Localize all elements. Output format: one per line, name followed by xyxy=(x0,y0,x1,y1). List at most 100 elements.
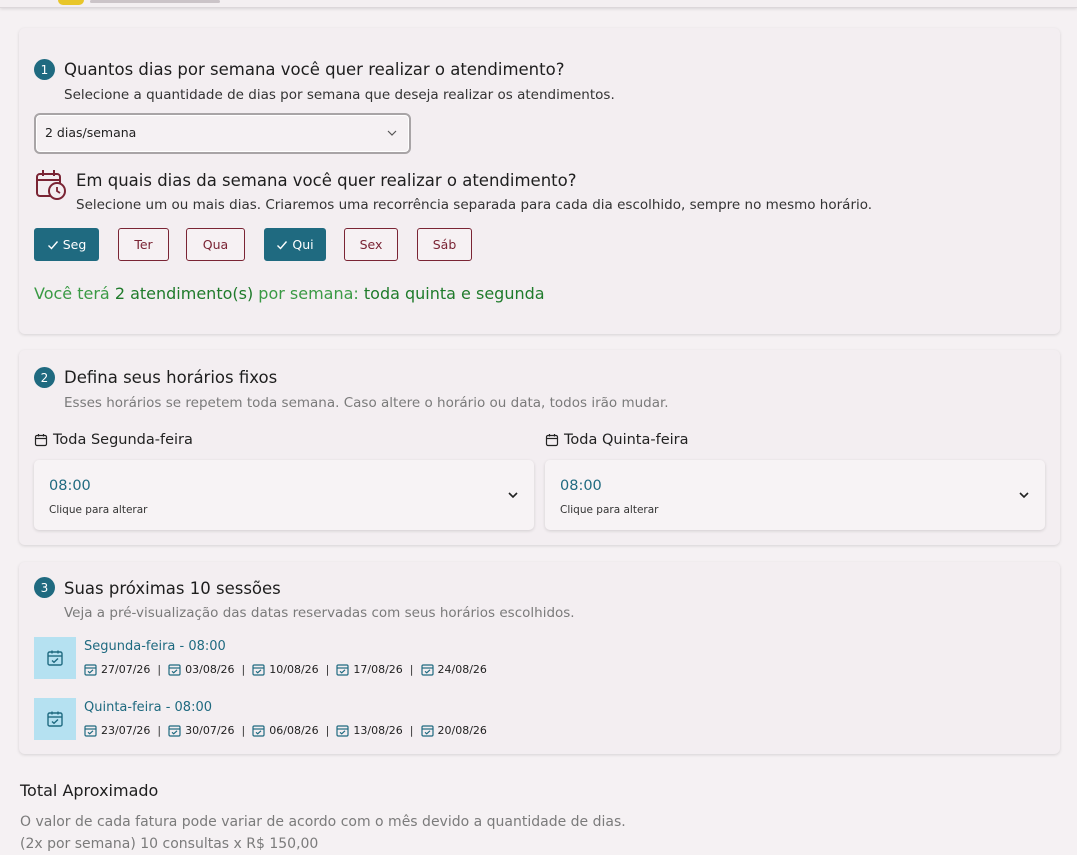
session-date-text: 20/08/26 xyxy=(437,724,487,737)
session-date: 06/08/26 xyxy=(252,724,319,737)
slot-hint: Clique para alterar xyxy=(560,504,659,516)
chevron-down-icon xyxy=(1019,492,1029,499)
day-button-sab[interactable]: Sáb xyxy=(417,228,472,261)
session-group-icon xyxy=(34,637,76,679)
calendar-check-icon xyxy=(420,725,434,737)
day-label: Qua xyxy=(202,237,229,252)
select-value: 2 dias/semana xyxy=(45,125,137,140)
session-date: 10/08/26 xyxy=(252,663,319,676)
slot-time: 08:00 xyxy=(49,478,91,494)
fixed-times-card: 2 Defina seus horários fixos Esses horár… xyxy=(19,350,1060,545)
date-separator: | xyxy=(409,663,414,676)
session-date: 24/08/26 xyxy=(420,663,487,676)
calendar-icon xyxy=(34,434,48,447)
check-icon xyxy=(47,240,58,250)
total-title: Total Aproximado xyxy=(20,781,159,800)
session-group-title: Segunda-feira - 08:00 xyxy=(84,639,226,654)
session-date: 20/08/26 xyxy=(420,724,487,737)
days-per-week-title: Quantos dias por semana você quer realiz… xyxy=(64,60,565,79)
date-separator: | xyxy=(325,663,330,676)
step-number-1: 1 xyxy=(34,59,55,80)
session-group-icon xyxy=(34,698,76,740)
step-number-2: 2 xyxy=(34,367,55,388)
summary-count: 2 atendimento(s) xyxy=(114,284,254,303)
next-sessions-subtitle: Veja a pré-visualização das datas reserv… xyxy=(64,605,575,621)
date-separator: | xyxy=(157,663,162,676)
calendar-check-icon xyxy=(47,650,63,666)
calendar-check-icon xyxy=(336,664,349,676)
total-calc: (2x por semana) 10 consultas x R$ 150,00 xyxy=(20,836,319,852)
calendar-icon xyxy=(545,434,559,447)
day-label: Seg xyxy=(62,237,87,252)
session-date: 03/08/26 xyxy=(168,663,235,676)
session-date-text: 27/07/26 xyxy=(101,663,151,676)
chevron-down-icon xyxy=(387,130,397,136)
session-date-text: 10/08/26 xyxy=(269,663,319,676)
time-picker-thursday[interactable]: 08:00 Clique para alterar xyxy=(545,460,1045,530)
day-label: Sex xyxy=(359,237,383,252)
fixed-times-subtitle: Esses horários se repetem toda semana. C… xyxy=(64,395,669,411)
session-date: 30/07/26 xyxy=(168,724,235,737)
session-date: 23/07/26 xyxy=(84,724,150,737)
next-sessions-card: 3 Suas próximas 10 sessões Veja a pré-vi… xyxy=(19,562,1060,754)
day-label: Ter xyxy=(134,237,153,252)
day-button-sex[interactable]: Sex xyxy=(344,228,398,261)
next-sessions-title: Suas próximas 10 sessões xyxy=(64,579,281,598)
chevron-down-icon xyxy=(508,492,518,499)
days-per-week-subtitle: Selecione a quantidade de dias por seman… xyxy=(64,87,615,103)
time-picker-monday[interactable]: 08:00 Clique para alterar xyxy=(34,460,534,530)
calendar-check-icon xyxy=(47,711,63,727)
session-group-title: Quinta-feira - 08:00 xyxy=(84,700,212,715)
session-date: 13/08/26 xyxy=(336,724,403,737)
calendar-check-icon xyxy=(168,664,181,676)
session-date-text: 23/07/26 xyxy=(101,724,151,737)
calendar-check-icon xyxy=(84,725,97,737)
day-button-qua[interactable]: Qua xyxy=(186,228,245,261)
calendar-check-icon xyxy=(84,664,97,676)
calendar-check-icon xyxy=(168,725,181,737)
session-date-text: 17/08/26 xyxy=(353,663,403,676)
day-button-ter[interactable]: Ter xyxy=(118,228,169,261)
date-separator: | xyxy=(325,724,330,737)
date-separator: | xyxy=(241,663,246,676)
summary-mid: por semana: xyxy=(253,284,364,303)
day-button-seg[interactable]: Seg xyxy=(34,228,99,261)
calendar-check-icon xyxy=(252,664,265,676)
day-label: Qui xyxy=(292,237,314,252)
session-date-text: 30/07/26 xyxy=(185,724,235,737)
days-per-week-card: 1 Quantos dias por semana você quer real… xyxy=(19,28,1060,334)
check-icon xyxy=(277,240,288,250)
fixed-times-title: Defina seus horários fixos xyxy=(64,368,278,387)
day-label: Sáb xyxy=(432,237,457,252)
calendar-check-icon xyxy=(420,664,434,676)
session-date-text: 13/08/26 xyxy=(353,724,403,737)
summary-days: toda quinta e segunda xyxy=(363,284,545,303)
day-button-qui[interactable]: Qui xyxy=(264,228,326,261)
summary-prefix: Você terá xyxy=(34,284,115,303)
step-number-3: 3 xyxy=(34,577,55,598)
total-note: O valor de cada fatura pode variar de ac… xyxy=(20,814,626,830)
header-text-cropped xyxy=(90,0,220,3)
calendar-check-icon xyxy=(336,725,349,737)
slot-label-monday: Toda Segunda-feira xyxy=(34,432,193,448)
top-header xyxy=(0,0,1077,8)
session-date: 17/08/26 xyxy=(336,663,403,676)
date-separator: | xyxy=(241,724,246,737)
slot-hint: Clique para alterar xyxy=(49,504,148,516)
slot-label-thursday: Toda Quinta-feira xyxy=(545,432,689,448)
logo xyxy=(58,0,84,5)
session-date-text: 24/08/26 xyxy=(437,663,487,676)
date-separator: | xyxy=(157,724,162,737)
slot-time: 08:00 xyxy=(560,478,602,494)
session-date-text: 03/08/26 xyxy=(185,663,235,676)
slot-label-text: Toda Segunda-feira xyxy=(53,432,193,448)
slot-label-text: Toda Quinta-feira xyxy=(564,432,689,448)
days-per-week-select[interactable]: 2 dias/semana xyxy=(34,113,411,154)
session-dates-thursday: 23/07/26 | 30/07/26 | 06/08/26 | 13/08/2… xyxy=(84,724,487,737)
calendar-check-icon xyxy=(252,725,265,737)
date-separator: | xyxy=(409,724,414,737)
calendar-clock-icon xyxy=(36,170,66,200)
week-days-title: Em quais dias da semana você quer realiz… xyxy=(76,171,577,190)
weekly-summary: Você terá 2 atendimento(s) por semana: t… xyxy=(34,284,545,303)
session-date-text: 06/08/26 xyxy=(269,724,319,737)
